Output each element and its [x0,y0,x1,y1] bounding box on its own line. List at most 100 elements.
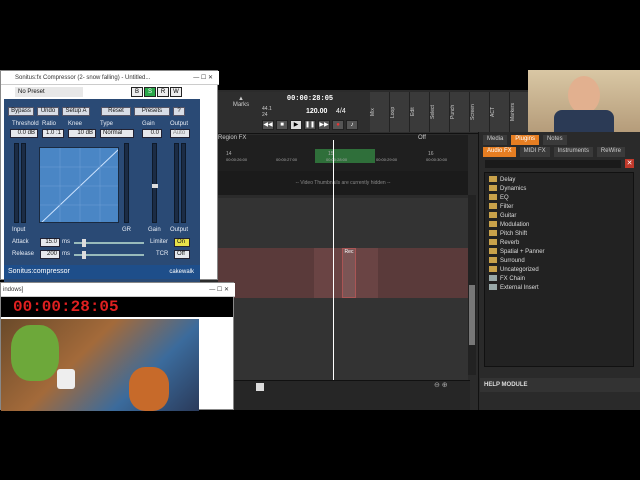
undo-button[interactable]: Undo [37,107,59,116]
compression-curve [40,148,118,222]
panel-tab-punch[interactable]: Punch [450,92,470,132]
zoom-icon[interactable]: ⊖ ⊕ [434,381,448,389]
close-icon[interactable]: ✕ [625,159,634,168]
panel-tab-screen[interactable]: Screen [470,92,490,132]
list-item[interactable]: Uncategorized [485,266,633,275]
gain-slider[interactable] [152,143,158,223]
attack-field[interactable]: 15.0 [40,238,60,247]
threshold-field[interactable]: 0.0 dB [10,129,38,138]
panel-tab-markers[interactable]: Markers [510,92,530,132]
list-item[interactable]: Dynamics [485,185,633,194]
list-item[interactable]: External Insert [485,284,633,293]
threshold-label: Threshold [12,121,39,127]
now-time-cursor[interactable] [333,140,334,380]
folder-icon [489,194,497,201]
pause-button[interactable]: ❚❚ [304,120,316,130]
list-item[interactable]: Surround [485,257,633,266]
window-controls[interactable]: — ☐ ✕ [193,71,213,85]
bypass-toggle[interactable]: B [131,87,143,97]
play-button[interactable]: ▶ [290,120,302,130]
write-toggle[interactable]: W [170,87,182,97]
zoom-reset-icon[interactable] [256,383,264,391]
list-item[interactable]: Spatial + Panner [485,248,633,257]
tab-notes[interactable]: Notes [542,135,567,145]
help-button[interactable]: ? [173,107,185,116]
window-titlebar[interactable]: indows] — ☐ ✕ [1,283,235,297]
stop-button[interactable]: ■ [276,120,288,130]
panel-tab-loop[interactable]: Loop [390,92,410,132]
panel-tab-edit[interactable]: Edit [410,92,430,132]
auto-button[interactable]: Auto [170,129,190,138]
region-fx-toggle[interactable]: Off [418,135,426,141]
meter-display[interactable]: 4/4 [336,108,346,115]
track-bottom-bar: ⊖ ⊕ [234,380,470,410]
metronome-icon[interactable]: ♪ [346,120,358,130]
window-titlebar[interactable]: Sonitus:fx Compressor (2- snow falling) … [1,71,219,85]
marks-button[interactable]: ▲ Marks [232,96,250,114]
subtab-instruments[interactable]: Instruments [553,147,593,157]
fast-forward-button[interactable]: ▶▶ [318,120,330,130]
folder-icon [489,239,497,246]
panel-tab-act[interactable]: ACT [490,92,510,132]
knee-field[interactable]: 10 dB [68,129,96,138]
attack-slider[interactable] [74,239,144,247]
audio-clip[interactable]: Rec [342,248,356,298]
transport-time-display[interactable]: 00:00:28:05 [280,95,340,105]
read-toggle[interactable]: R [157,87,169,97]
list-item[interactable]: Guitar [485,212,633,221]
list-item[interactable]: Pitch Shift [485,230,633,239]
transport-bar: ▲ Marks 44.1 24 00:00:28:05 120.00 4/4 ◀◀… [218,92,530,134]
input-meter-right [21,143,26,223]
compression-curve-graph [39,147,119,223]
subtab-audio-fx[interactable]: Audio FX [483,147,516,157]
list-item[interactable]: Filter [485,203,633,212]
setup-a-button[interactable]: Setup A [62,107,90,116]
bypass-button[interactable]: Bypass [8,107,34,116]
subtab-rewire[interactable]: ReWire [596,147,625,157]
release-field[interactable]: 200 [40,250,60,259]
window-controls[interactable]: — ☐ ✕ [209,283,229,297]
external-insert-icon [489,284,497,291]
presenter-face [568,76,600,114]
limiter-toggle[interactable]: On [174,238,190,247]
ruler-time: 00:00:29:00 [376,157,398,162]
track-lane[interactable]: Rec [218,248,468,298]
list-item[interactable]: Delay [485,176,633,185]
mug-image [57,369,75,389]
ratio-label: Ratio [42,121,57,127]
list-item[interactable]: Reverb [485,239,633,248]
character-image [11,325,59,381]
solo-toggle[interactable]: S [144,87,156,97]
type-dropdown[interactable]: Normal [100,129,134,138]
presets-button[interactable]: Presets [134,107,170,116]
help-module-header[interactable]: HELP MODULE [480,378,640,392]
list-item[interactable]: FX Chain [485,275,633,284]
gain-meter-label: Gain [148,227,161,233]
tab-plugins[interactable]: Plugins [511,135,539,145]
rewind-button[interactable]: ◀◀ [262,120,274,130]
folder-icon [489,185,497,192]
tcr-toggle[interactable]: Off [174,250,190,259]
list-item[interactable]: EQ [485,194,633,203]
tempo-display[interactable]: 120.00 [306,108,327,115]
preset-dropdown[interactable]: No Preset [15,87,83,97]
list-item[interactable]: Modulation [485,221,633,230]
release-label: Release [12,251,35,257]
vertical-scrollbar[interactable] [468,195,476,375]
release-slider[interactable] [74,251,144,259]
tab-media[interactable]: Media [483,135,508,145]
panel-tab-mix[interactable]: Mix [370,92,390,132]
video-timecode: 00:00:28:05 [1,297,233,317]
region-fx-label[interactable]: Region FX [218,135,246,141]
reset-button[interactable]: Reset [101,107,131,116]
gain-field[interactable]: 0.0 [142,129,162,138]
video-thumbnail-notice: -- Video Thumbnails are currently hidden… [218,171,468,195]
video-window: indows] — ☐ ✕ 00:00:28:05 [0,282,235,411]
limiter-label: Limiter [150,239,169,245]
panel-tab-select[interactable]: Select [430,92,450,132]
subtab-midi-fx[interactable]: MIDI FX [519,147,550,157]
ratio-field[interactable]: 1.0 :1 [42,129,64,138]
record-button[interactable]: ● [332,120,344,130]
plugin-search-input[interactable] [485,160,621,168]
timeline-ruler[interactable]: Region FX Off 14 15 16 00:00:26:00 00:00… [218,135,468,195]
